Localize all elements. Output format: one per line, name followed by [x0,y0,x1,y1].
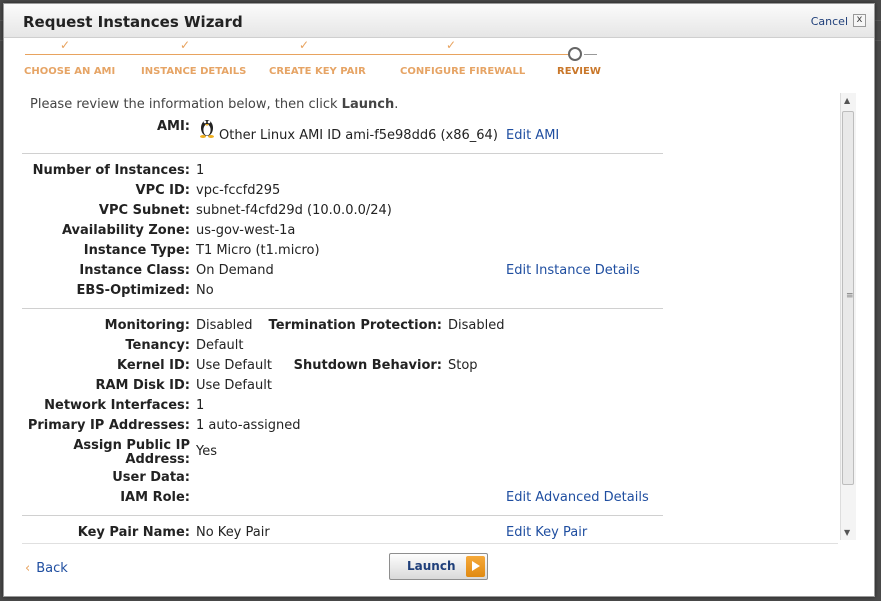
assign-public-ip-label-line2: Address: [125,452,190,467]
vertical-scrollbar[interactable]: ▲ ≡ ▼ [840,93,856,540]
shutdown-behavior-value: Stop [448,358,478,373]
monitoring-label: Monitoring: [104,318,190,333]
grip-icon: ≡ [846,291,854,301]
close-icon[interactable]: x [853,14,866,27]
ami-value: Other Linux AMI ID ami-f5e98dd6 (x86_64) [219,128,498,143]
checkmark-icon: ✓ [446,38,457,52]
availability-zone-label: Availability Zone: [61,223,190,238]
step-instance-details[interactable]: INSTANCE DETAILS [141,66,246,77]
play-arrow-icon [466,556,485,577]
launch-button[interactable]: Launch [389,553,488,580]
launch-label: Launch [407,559,456,573]
scrollbar-thumb[interactable]: ≡ [842,111,854,485]
scroll-down-icon[interactable]: ▼ [844,528,850,537]
back-link[interactable]: ‹ Back [25,561,68,576]
assign-public-ip-value: Yes [196,444,217,459]
number-of-instances-label: Number of Instances: [32,163,190,178]
current-step-marker [568,47,582,61]
wizard-dialog: Request Instances Wizard Cancel x ✓ ✓ ✓ … [3,3,875,597]
review-panel: Please review the information below, the… [22,91,838,540]
vpc-id-label: VPC ID: [135,183,190,198]
section-divider [22,153,663,154]
step-create-key-pair[interactable]: CREATE KEY PAIR [269,66,366,77]
edit-instance-details-link[interactable]: Edit Instance Details [506,263,640,278]
vpc-id-value: vpc-fccfd295 [196,183,281,198]
edit-advanced-details-link[interactable]: Edit Advanced Details [506,490,649,505]
step-choose-ami[interactable]: CHOOSE AN AMI [24,66,115,77]
shutdown-behavior-label: Shutdown Behavior: [293,358,442,373]
progress-track-remaining [584,54,597,55]
checkmark-icon: ✓ [299,38,310,52]
vpc-subnet-value: subnet-f4cfd29d (10.0.0.0/24) [196,203,392,218]
scroll-up-icon[interactable]: ▲ [844,96,850,105]
checkmark-icon: ✓ [60,38,71,52]
checkmark-icon: ✓ [180,38,191,52]
chevron-left-icon: ‹ [25,561,31,576]
tenancy-label: Tenancy: [125,338,190,353]
cancel-link[interactable]: Cancel [811,15,848,28]
iam-role-label: IAM Role: [120,490,190,505]
ebs-optimized-label: EBS-Optimized: [76,283,190,298]
key-pair-name-value: No Key Pair [196,525,270,540]
step-review: REVIEW [557,66,601,77]
primary-ip-addresses-value: 1 auto-assigned [196,418,301,433]
assign-public-ip-label-line1: Assign Public IP [73,438,190,453]
primary-ip-addresses-label: Primary IP Addresses: [27,418,190,433]
vpc-subnet-label: VPC Subnet: [98,203,190,218]
ram-disk-id-label: RAM Disk ID: [95,378,190,393]
linux-penguin-icon [200,120,214,138]
section-divider [22,308,663,309]
key-pair-name-label: Key Pair Name: [77,525,190,540]
network-interfaces-value: 1 [196,398,205,413]
tenancy-value: Default [196,338,244,353]
instance-type-value: T1 Micro (t1.micro) [196,243,320,258]
monitoring-value: Disabled [196,318,253,333]
edit-ami-link[interactable]: Edit AMI [506,128,559,143]
termination-protection-value: Disabled [448,318,505,333]
user-data-label: User Data: [112,470,190,485]
step-configure-firewall[interactable]: CONFIGURE FIREWALL [400,66,525,77]
ami-label: AMI: [156,119,190,134]
ram-disk-id-value: Use Default [196,378,272,393]
footer-divider [22,543,838,544]
availability-zone-value: us-gov-west-1a [196,223,296,238]
network-interfaces-label: Network Interfaces: [44,398,190,413]
section-divider [22,515,663,516]
ebs-optimized-value: No [196,283,214,298]
dialog-titlebar: Request Instances Wizard Cancel x [4,4,874,38]
number-of-instances-value: 1 [196,163,205,178]
termination-protection-label: Termination Protection: [268,318,442,333]
kernel-id-label: Kernel ID: [117,358,190,373]
dialog-title: Request Instances Wizard [23,13,243,31]
edit-key-pair-link[interactable]: Edit Key Pair [506,525,587,540]
instance-class-label: Instance Class: [79,263,190,278]
instance-class-value: On Demand [196,263,274,278]
progress-track [25,54,569,55]
review-intro: Please review the information below, the… [30,97,399,112]
kernel-id-value: Use Default [196,358,272,373]
back-label: Back [36,561,68,576]
instance-type-label: Instance Type: [83,243,190,258]
